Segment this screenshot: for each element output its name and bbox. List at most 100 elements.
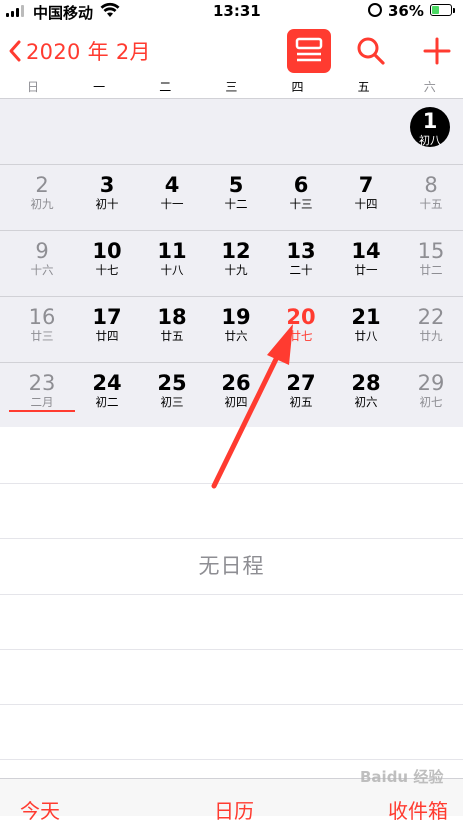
battery-percent: 36% — [388, 2, 424, 20]
lunar-date: 廿四 — [95, 329, 119, 343]
day-number: 26 — [221, 371, 251, 395]
day-number: 19 — [221, 305, 251, 329]
today-button[interactable]: 今天 — [20, 795, 60, 824]
weekday-fri: 五 — [357, 80, 370, 94]
lunar-date: 初六 — [354, 395, 378, 409]
day-cell-25[interactable]: 25 初三 — [139, 363, 205, 428]
day-cell-15[interactable]: 15 廿二 — [398, 231, 463, 296]
battery-tip — [453, 8, 455, 13]
day-cell-4[interactable]: 4 十一 — [139, 165, 205, 230]
lunar-date: 二十 — [289, 263, 313, 277]
signal-icon — [6, 5, 28, 17]
day-number: 25 — [157, 371, 187, 395]
day-cell-28[interactable]: 28 初六 — [333, 363, 399, 428]
event-slot-divider — [0, 483, 463, 484]
day-cell-23[interactable]: 23 二月 — [9, 363, 75, 428]
back-button[interactable]: 2020 年 2月 — [8, 36, 151, 66]
day-cell-20-today[interactable]: 20 廿七 — [268, 297, 334, 362]
day-cell-3[interactable]: 3 初十 — [74, 165, 140, 230]
lunar-date: 十一 — [160, 197, 184, 211]
day-cell-17[interactable]: 17 廿四 — [74, 297, 140, 362]
day-cell-5[interactable]: 5 十二 — [203, 165, 269, 230]
lunar-date: 廿二 — [419, 263, 443, 277]
day-cell-12[interactable]: 12 十九 — [203, 231, 269, 296]
lunar-date: 十七 — [95, 263, 119, 277]
lunar-date: 十二 — [224, 197, 248, 211]
day-cell-6[interactable]: 6 十三 — [268, 165, 334, 230]
day-number: 11 — [157, 239, 187, 263]
day-cell-1[interactable]: 1 初八 — [397, 99, 463, 164]
weekday-wed: 三 — [225, 80, 238, 94]
week-row: 23 二月 24 初二 25 初三 26 初四 27 初五 28 初六 29 初七 — [0, 363, 463, 428]
lunar-date: 初三 — [160, 395, 184, 409]
day-cell-9[interactable]: 9 十六 — [9, 231, 75, 296]
lunar-date: 廿五 — [160, 329, 184, 343]
lunar-date: 廿八 — [354, 329, 378, 343]
events-list[interactable]: 无日程 — [0, 428, 463, 778]
day-cell-27[interactable]: 27 初五 — [268, 363, 334, 428]
weekday-tue: 二 — [159, 80, 172, 94]
lunar-date: 初七 — [419, 395, 443, 409]
event-slot-divider — [0, 704, 463, 705]
day-cell-26[interactable]: 26 初四 — [203, 363, 269, 428]
day-number: 13 — [286, 239, 316, 263]
rotation-lock-icon — [368, 3, 382, 17]
day-cell-21[interactable]: 21 廿八 — [333, 297, 399, 362]
list-view-button[interactable] — [287, 29, 331, 73]
carrier-label: 中国移动 — [33, 4, 94, 22]
day-cell-14[interactable]: 14 廿一 — [333, 231, 399, 296]
week-row: 1 初八 — [0, 99, 463, 164]
lunar-date: 廿九 — [419, 329, 443, 343]
lunar-date: 廿六 — [224, 329, 248, 343]
day-number: 12 — [221, 239, 251, 263]
day-cell-7[interactable]: 7 十四 — [333, 165, 399, 230]
day-cell-2[interactable]: 2 初九 — [9, 165, 75, 230]
day-cell-22[interactable]: 22 廿九 — [398, 297, 463, 362]
inbox-button[interactable]: 收件箱 — [388, 795, 448, 824]
day-number: 1 — [422, 109, 438, 133]
day-number: 21 — [351, 305, 381, 329]
day-cell-29[interactable]: 29 初七 — [398, 363, 463, 428]
day-cell-8[interactable]: 8 十五 — [398, 165, 463, 230]
no-events-label: 无日程 — [198, 554, 265, 578]
day-cell-11[interactable]: 11 十八 — [139, 231, 205, 296]
day-cell-19[interactable]: 19 廿六 — [203, 297, 269, 362]
lunar-date: 初四 — [224, 395, 248, 409]
day-number: 3 — [99, 173, 115, 197]
day-number: 18 — [157, 305, 187, 329]
day-number: 15 — [417, 239, 445, 263]
month-grid: 1 初八 2 初九 3 初十 4 十一 5 十二 6 十三 7 十四 8 十五 9 十六 10 十… — [0, 99, 463, 427]
lunar-date: 十五 — [419, 197, 443, 211]
weekday-sat: 六 — [423, 80, 436, 94]
week-row: 9 十六 10 十七 11 十八 12 十九 13 二十 14 廿一 15 廿二 — [0, 231, 463, 296]
search-icon[interactable] — [355, 35, 387, 67]
chevron-left-icon — [9, 40, 21, 62]
day-number: 6 — [293, 173, 309, 197]
lunar-date: 初五 — [289, 395, 313, 409]
event-slot-divider — [0, 759, 463, 760]
day-cell-13[interactable]: 13 二十 — [268, 231, 334, 296]
battery-icon — [430, 4, 452, 16]
day-cell-18[interactable]: 18 廿五 — [139, 297, 205, 362]
lunar-date: 十九 — [224, 263, 248, 277]
plus-icon[interactable] — [421, 35, 453, 67]
day-cell-24[interactable]: 24 初二 — [74, 363, 140, 428]
lunar-date: 廿七 — [289, 329, 313, 343]
day-number: 24 — [92, 371, 122, 395]
lunar-date: 廿三 — [30, 329, 54, 343]
day-cell-10[interactable]: 10 十七 — [74, 231, 140, 296]
weekday-header: 日 一 二 三 四 五 六 — [0, 78, 463, 96]
lunar-month-label: 二月 — [9, 395, 75, 412]
wifi-icon — [100, 2, 120, 17]
day-number: 4 — [164, 173, 180, 197]
lunar-date: 初九 — [30, 197, 54, 211]
weekday-sun: 日 — [27, 80, 40, 94]
day-cell-16[interactable]: 16 廿三 — [9, 297, 75, 362]
weekday-mon: 一 — [93, 80, 106, 94]
lunar-date: 初八 — [419, 134, 441, 147]
day-number: 2 — [35, 173, 49, 197]
battery-level — [432, 6, 440, 14]
watermark-logo: Baidu 经验 — [360, 768, 444, 786]
calendars-button[interactable]: 日历 — [214, 795, 254, 824]
week-row: 16 廿三 17 廿四 18 廿五 19 廿六 20 廿七 21 廿八 22 廿九 — [0, 297, 463, 362]
